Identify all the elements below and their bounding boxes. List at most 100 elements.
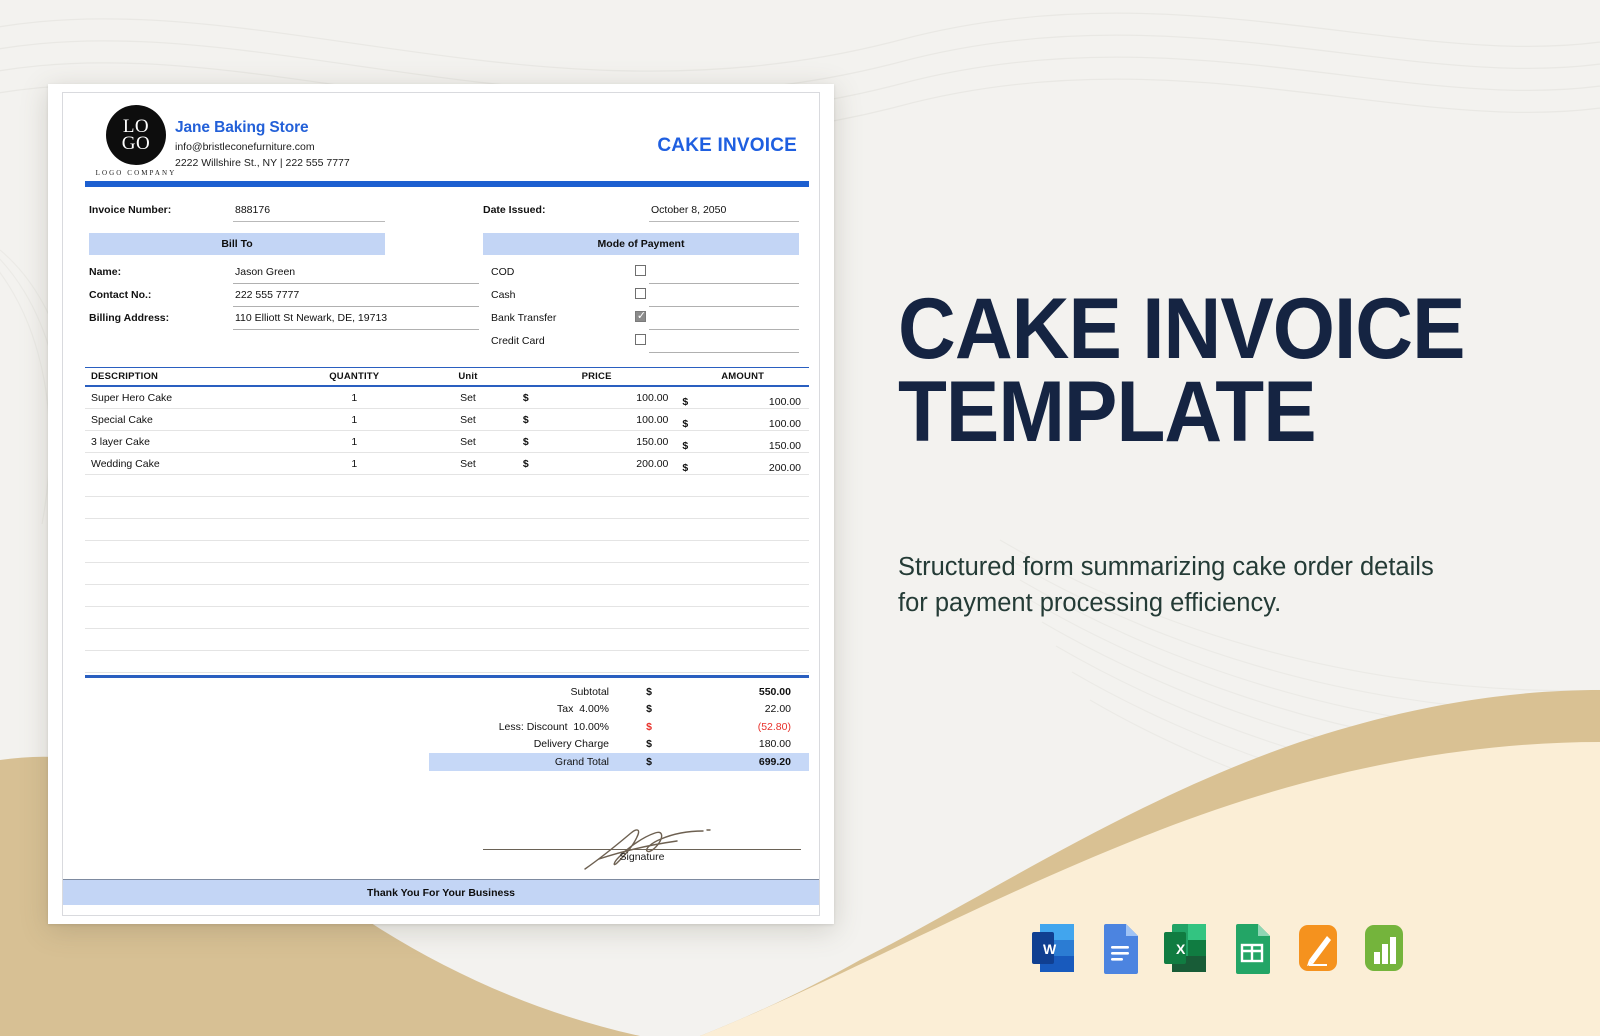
promo-title-line1: CAKE INVOICE [898, 281, 1465, 377]
invoice-number-underline [233, 221, 385, 222]
bill-to-band: Bill To [89, 233, 385, 255]
signature-label: Signature [619, 851, 665, 863]
cell-quantity: 1 [351, 413, 358, 426]
totals-amount: (52.80) [757, 720, 791, 733]
company-name: Jane Baking Store [175, 119, 309, 136]
cell-quantity: 1 [351, 457, 358, 470]
apple-pages-icon[interactable] [1294, 920, 1342, 976]
invoice-number-value[interactable]: 888176 [235, 204, 270, 216]
column-header-quantity: QUANTITY [329, 371, 380, 382]
mode-of-payment-band: Mode of Payment [483, 233, 799, 255]
payment-cod-underline [649, 283, 799, 284]
bill-to-address-label: Billing Address: [89, 312, 170, 324]
google-sheets-icon[interactable] [1228, 920, 1276, 976]
totals-row: Less: Discount 10.00% $ (52.80) [429, 718, 809, 736]
header-divider [85, 181, 809, 187]
totals-row: Grand Total $699.20 [429, 753, 809, 771]
promo-panel: CAKE INVOICE TEMPLATE Structured form su… [890, 0, 1600, 1036]
table-row-empty[interactable] [85, 585, 809, 607]
cell-amount: $200.00 [676, 462, 809, 474]
microsoft-excel-icon[interactable]: X [1162, 920, 1210, 976]
amount-value: 200.00 [768, 461, 802, 474]
amount-value: 150.00 [768, 439, 802, 452]
amount-value: 100.00 [768, 417, 802, 430]
table-row-empty[interactable] [85, 541, 809, 563]
table-row[interactable]: Wedding Cake 1 Set $200.00 $200.00 [85, 453, 809, 475]
totals-label: Grand Total [554, 755, 609, 768]
invoice-document: LO GO LOGO COMPANY Jane Baking Store inf… [62, 92, 820, 916]
totals-currency: $ [646, 738, 652, 751]
price-value: 150.00 [636, 435, 669, 448]
totals-amount: 550.00 [758, 685, 791, 698]
bill-to-name-value[interactable]: Jason Green [235, 266, 295, 278]
currency-symbol: $ [682, 439, 689, 452]
document-title: CAKE INVOICE [657, 135, 797, 156]
price-value: 200.00 [636, 457, 669, 470]
cell-price: $150.00 [517, 436, 677, 448]
date-issued-value[interactable]: October 8, 2050 [651, 204, 726, 216]
apple-numbers-icon[interactable] [1360, 920, 1408, 976]
totals-block: Subtotal $550.00 Tax 4.00% $22.00 Less: Disc… [429, 683, 809, 771]
bill-to-contact-label: Contact No.: [89, 289, 152, 301]
column-header-price: PRICE [581, 371, 612, 382]
totals-amount: 180.00 [758, 738, 791, 751]
table-row-empty[interactable] [85, 519, 809, 541]
date-issued-label: Date Issued: [483, 204, 546, 216]
cell-unit: Set [460, 413, 476, 426]
company-address: 2222 Willshire St., NY | 222 555 7777 [175, 157, 350, 169]
totals-row: Tax 4.00% $22.00 [429, 701, 809, 719]
cell-quantity: 1 [351, 435, 358, 448]
invoice-header: LO GO LOGO COMPANY Jane Baking Store inf… [63, 93, 819, 187]
cell-quantity: 1 [351, 391, 358, 404]
table-row-empty[interactable] [85, 629, 809, 651]
table-row[interactable]: Super Hero Cake 1 Set $100.00 $100.00 [85, 387, 809, 409]
totals-amount: 699.20 [758, 755, 791, 768]
table-row-empty[interactable] [85, 607, 809, 629]
bill-to-address-underline [233, 329, 479, 330]
currency-symbol: $ [522, 435, 529, 448]
currency-symbol: $ [682, 461, 689, 474]
amount-value: 100.00 [768, 395, 802, 408]
table-row-empty[interactable] [85, 563, 809, 585]
totals-label: Tax 4.00% [557, 703, 609, 716]
bill-to-name-label: Name: [89, 266, 122, 278]
column-header-amount: AMOUNT [721, 371, 765, 382]
bill-to-address-value[interactable]: 110 Elliott St Newark, DE, 19713 [235, 312, 387, 324]
microsoft-word-icon[interactable]: W [1030, 920, 1078, 976]
table-row[interactable]: 3 layer Cake 1 Set $150.00 $150.00 [85, 431, 809, 453]
table-row-empty[interactable] [85, 651, 809, 673]
price-value: 100.00 [636, 413, 669, 426]
company-email: info@bristleconefurniture.com [175, 141, 315, 153]
column-header-unit: Unit [458, 371, 478, 382]
svg-text:W: W [1043, 941, 1057, 957]
invoice-footer-banner: Thank You For Your Business [63, 879, 819, 905]
payment-credit-card-underline [649, 352, 799, 353]
table-row-empty[interactable] [85, 475, 809, 497]
totals-currency: $ [646, 685, 652, 698]
payment-checkbox-cash[interactable] [635, 288, 646, 299]
payment-checkbox-bank-transfer[interactable] [635, 309, 647, 322]
cell-price: $100.00 [517, 414, 677, 426]
payment-option-cash-label: Cash [491, 289, 516, 301]
totals-currency: $ [646, 720, 652, 733]
invoice-number-label: Invoice Number: [89, 204, 172, 216]
totals-label: Less: Discount 10.00% [498, 720, 609, 733]
items-table-body: Super Hero Cake 1 Set $100.00 $100.00 Special… [85, 387, 809, 673]
promo-title-line2: TEMPLATE [898, 363, 1317, 460]
invoice-meta-row: Invoice Number: 888176 Date Issued: Octo… [63, 199, 819, 225]
bill-to-name-underline [233, 283, 479, 284]
cell-unit: Set [460, 391, 476, 404]
column-header-description: DESCRIPTION [91, 371, 159, 382]
logo-caption: LOGO COMPANY [95, 169, 177, 177]
table-row-empty[interactable] [85, 497, 809, 519]
payment-option-bank-transfer-label: Bank Transfer [491, 312, 557, 324]
payment-checkbox-cod[interactable] [635, 265, 646, 276]
payment-checkbox-credit-card[interactable] [635, 334, 646, 345]
bill-to-contact-value[interactable]: 222 555 7777 [235, 289, 299, 301]
google-docs-icon[interactable] [1096, 920, 1144, 976]
table-row[interactable]: Special Cake 1 Set $100.00 $100.00 [85, 409, 809, 431]
totals-currency: $ [646, 703, 652, 716]
payment-option-cod-label: COD [491, 266, 515, 278]
items-table-header: DESCRIPTION QUANTITY Unit PRICE AMOUNT [85, 367, 809, 387]
company-details: Jane Baking Store info@bristleconefurnit… [175, 119, 350, 169]
